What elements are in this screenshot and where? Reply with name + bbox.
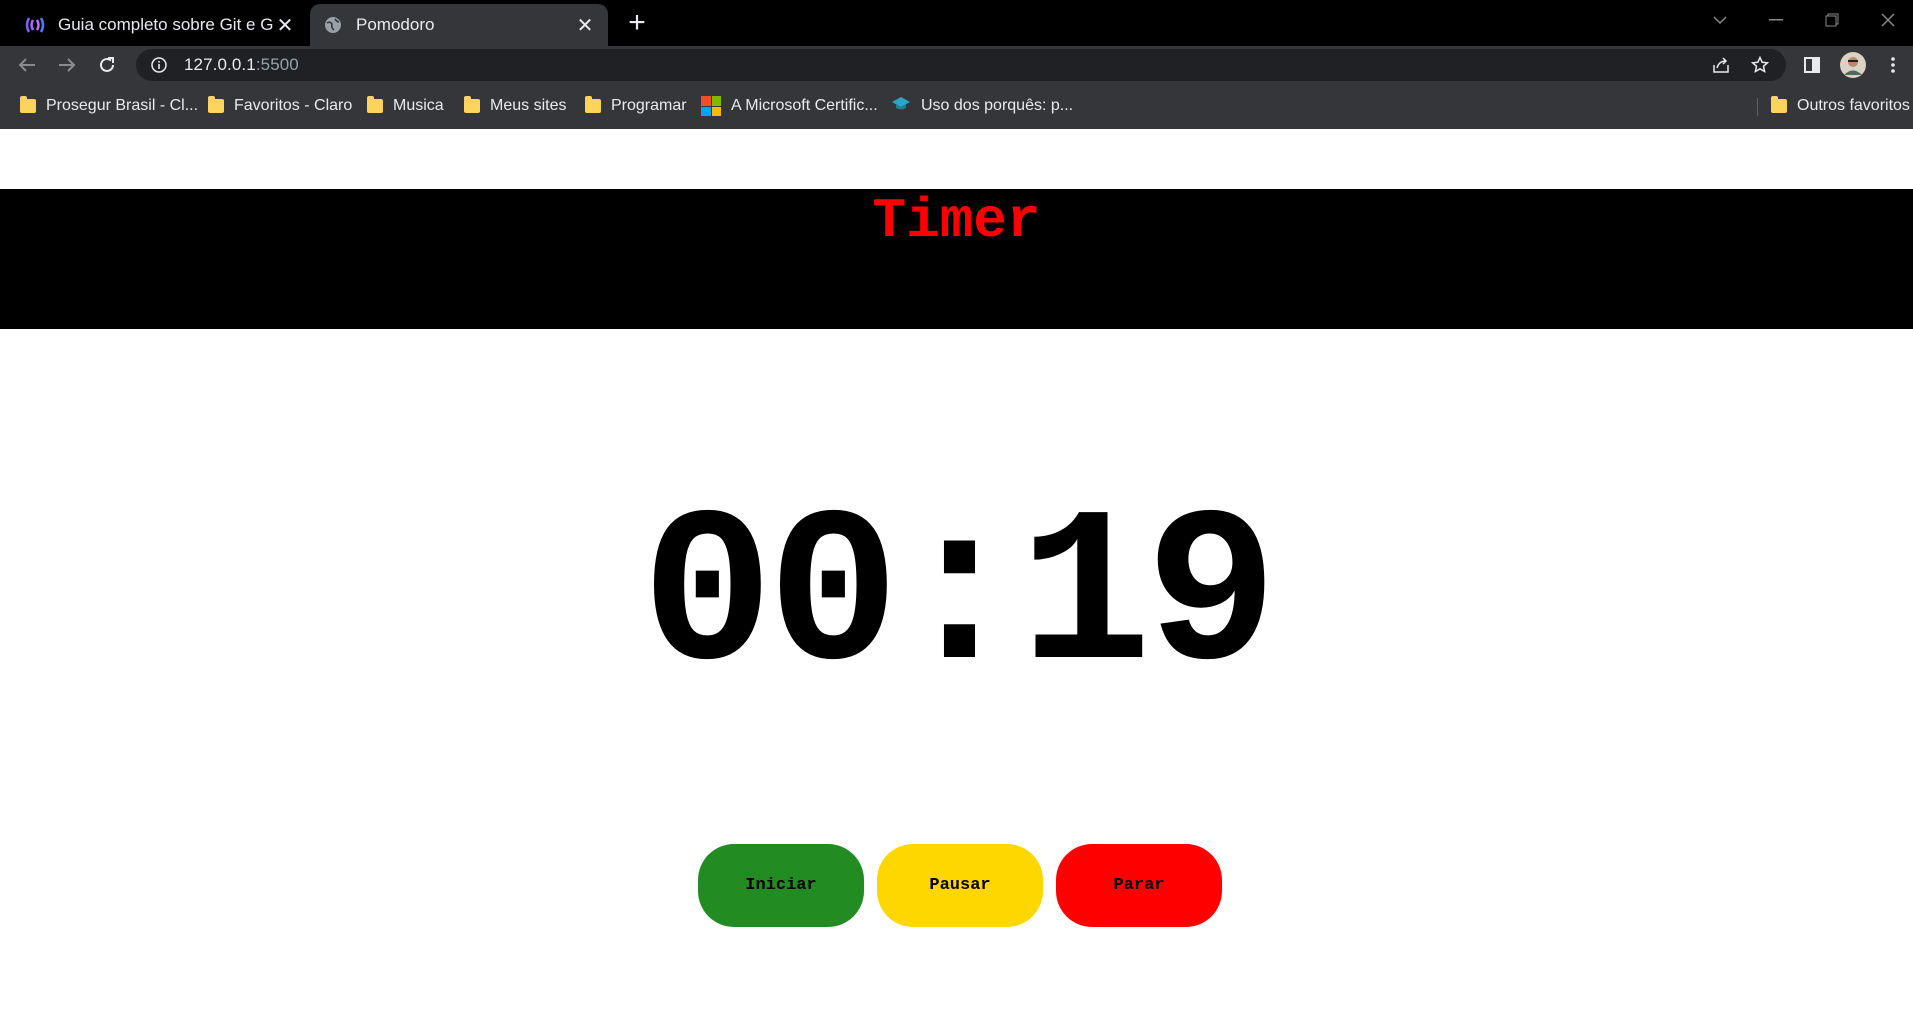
folder-icon [464,96,480,113]
folder-icon [367,96,383,113]
url-port: :5500 [255,55,299,74]
stop-button[interactable]: Parar [1056,844,1222,927]
tab-strip: Guia completo sobre Git e Github ✕ Pomod… [0,0,1913,46]
close-window-button[interactable] [1860,0,1913,40]
bookmark-prosegur[interactable]: Prosegur Brasil - Cl... [20,94,198,118]
tab-git-guide[interactable]: Guia completo sobre Git e Github ✕ [12,4,308,46]
bookmark-label: Programar [611,97,687,114]
tab-title: Guia completo sobre Git e Github [58,15,274,34]
bookmark-favoritos-claro[interactable]: Favoritos - Claro [208,94,352,118]
globe-icon [322,14,344,36]
share-icon[interactable] [1706,51,1736,79]
reload-button[interactable] [92,50,122,80]
bookmark-star-icon[interactable] [1745,51,1775,79]
graduation-cap-icon [891,96,911,117]
microsoft-logo-icon [701,96,721,116]
bookmark-programar[interactable]: Programar [585,94,687,118]
start-button[interactable]: Iniciar [698,844,864,927]
bookmark-label: Outros favoritos [1797,97,1910,114]
bookmark-microsoft-certific[interactable]: A Microsoft Certific... [701,94,878,118]
url-host: 127.0.0.1 [184,55,256,74]
site-info-icon[interactable] [150,56,168,74]
brand-logo-icon [24,14,46,36]
bookmark-outros-favoritos[interactable]: Outros favoritos [1771,94,1910,118]
bookmarks-bar: Prosegur Brasil - Cl... Favoritos - Clar… [0,84,1913,130]
minimize-button[interactable] [1748,0,1804,40]
restore-button[interactable] [1804,0,1860,40]
bookmark-label: A Microsoft Certific... [731,97,878,114]
bookmark-label: Uso dos porquês: p... [921,97,1074,114]
bookmark-musica[interactable]: Musica [367,94,444,118]
bookmark-meus-sites[interactable]: Meus sites [464,94,566,118]
url-text: 127.0.0.1:5500 [184,55,299,75]
bookmark-uso-dos-porques[interactable]: Uso dos porquês: p... [891,94,1073,118]
pomodoro-page: Timer 00:19 Iniciar Pausar Parar [0,129,1913,1011]
menu-kebab-icon[interactable] [1878,50,1908,80]
new-tab-button[interactable]: + [620,6,654,40]
side-panel-icon[interactable] [1797,50,1827,80]
folder-icon [20,96,36,113]
browser-toolbar: 127.0.0.1:5500 [0,46,1913,84]
folder-icon [208,96,224,113]
bookmark-label: Favoritos - Claro [234,97,353,114]
bookmark-label: Prosegur Brasil - Cl... [46,97,199,114]
forward-button[interactable] [52,50,82,80]
bookmarks-separator [1757,98,1758,116]
folder-icon [585,96,601,113]
back-button[interactable] [12,50,42,80]
address-bar[interactable]: 127.0.0.1:5500 [136,49,1786,81]
pause-button[interactable]: Pausar [877,844,1043,927]
bookmark-label: Musica [393,97,444,114]
tab-title: Pomodoro [356,15,435,34]
tab-search-icon[interactable] [1692,0,1748,40]
bookmark-label: Meus sites [490,97,567,114]
close-tab-icon[interactable]: ✕ [274,13,296,38]
profile-avatar[interactable] [1838,50,1868,80]
page-title: Timer [872,189,1041,253]
close-tab-icon[interactable]: ✕ [574,13,596,38]
timer-display: 00:19 [641,475,1277,724]
tab-pomodoro[interactable]: Pomodoro ✕ [310,4,608,46]
folder-icon [1771,96,1787,113]
